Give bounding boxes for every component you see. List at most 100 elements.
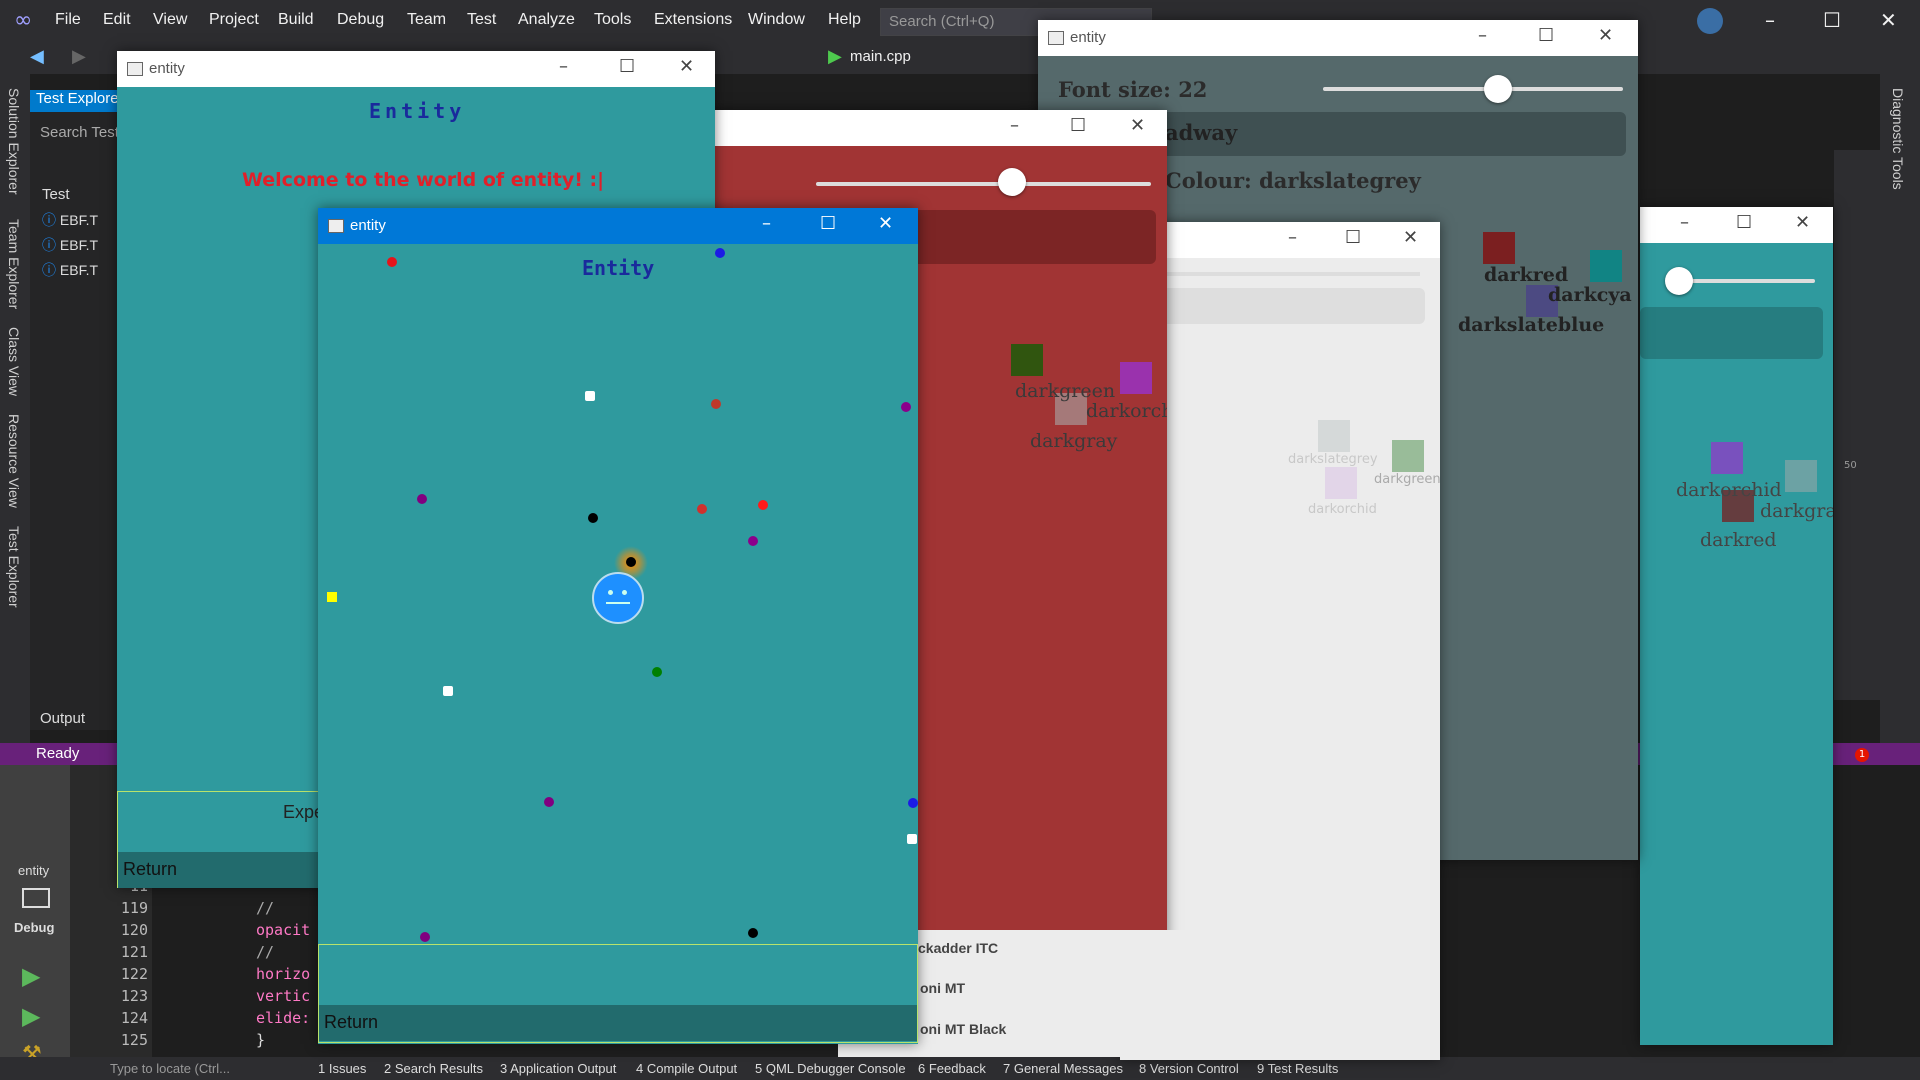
test-row[interactable]: ⓘ EBF.T [42,260,98,280]
entity-dot [420,932,430,942]
menu-extensions[interactable]: Extensions [654,11,732,29]
close-icon[interactable]: ✕ [1130,115,1145,136]
entity-square [443,686,453,696]
return-label: Return [123,859,178,879]
account-icon[interactable] [1697,8,1723,34]
vs-logo-icon: ∞ [14,8,33,33]
notification-badge[interactable]: 1 [1855,748,1869,762]
test-row-label: EBF.T [59,262,99,278]
code-line: opacit [256,921,311,939]
minimize-icon[interactable]: – [1478,25,1487,46]
swatch-label: darkgreen [1374,472,1440,487]
output-tab-issues[interactable]: 1 Issues [318,1061,366,1076]
tab-team-explorer[interactable]: Team Explorer [6,219,22,309]
return-button[interactable]: Return [319,1005,917,1041]
output-tab-version-control[interactable]: 8 Version Control [1139,1061,1239,1076]
font-combo[interactable] [1640,307,1823,359]
tab-class-view[interactable]: Class View [6,327,22,396]
line-number: 125 [120,1031,148,1049]
run-target[interactable]: main.cpp [850,48,911,65]
menu-analyze[interactable]: Analyze [518,11,575,29]
swatch-darkgreen [1392,440,1424,472]
maximize-icon[interactable]: ☐ [1823,8,1841,32]
swatch-darkcyan [1590,250,1622,282]
menu-help[interactable]: Help [828,11,861,29]
line-number: 121 [120,943,148,961]
close-icon[interactable]: ✕ [878,213,893,234]
output-tab-feedback[interactable]: 6 Feedback [918,1061,986,1076]
colour-label: Colour: darkslategrey [1165,168,1421,193]
forward-icon[interactable]: ▶ [72,46,86,67]
minimize-icon[interactable]: – [1010,115,1019,136]
close-icon[interactable]: ✕ [1403,227,1418,248]
locate-input[interactable]: Type to locate (Ctrl... [110,1061,230,1076]
maximize-icon[interactable]: ☐ [1736,212,1752,233]
output-tab-search-results[interactable]: 2 Search Results [384,1061,483,1076]
back-icon[interactable]: ◀ [30,46,44,67]
close-icon[interactable]: ✕ [1598,25,1613,46]
minimize-icon[interactable]: – [1765,8,1775,32]
menu-window[interactable]: Window [748,11,805,29]
vs-search-placeholder: Search (Ctrl+Q) [889,13,995,30]
menu-test[interactable]: Test [467,11,496,29]
output-tab-application-output[interactable]: 3 Application Output [500,1061,616,1076]
kit-label: entity [18,863,50,878]
window-titlebar: entity – ☐ ✕ [117,51,715,87]
font-list-item[interactable]: oni MT [920,980,965,996]
window-titlebar: – ☐ ✕ [700,110,1167,146]
close-icon[interactable]: ✕ [1795,212,1810,233]
run-icon[interactable]: ▶ [828,46,842,67]
menu-file[interactable]: File [55,11,81,29]
menu-view[interactable]: View [153,11,187,29]
maximize-icon[interactable]: ☐ [1070,115,1086,136]
minimize-icon[interactable]: – [762,213,771,234]
test-row-label: EBF.T [59,237,99,253]
test-row[interactable]: ⓘ EBF.T [42,235,98,255]
output-tab-qml-debugger[interactable]: 5 QML Debugger Console [755,1061,906,1076]
output-tab-test-results[interactable]: 9 Test Results [1257,1061,1338,1076]
menu-tools[interactable]: Tools [594,11,631,29]
swatch-label: darkgreen [1015,380,1116,402]
font-list-item[interactable]: oni MT Black [920,1021,1006,1037]
monitor-icon[interactable] [22,888,50,908]
menu-team[interactable]: Team [407,11,446,29]
tab-solution-explorer[interactable]: Solution Explorer [6,88,22,195]
maximize-icon[interactable]: ☐ [619,56,635,77]
menu-edit[interactable]: Edit [103,11,131,29]
font-size-slider-knob[interactable] [1484,75,1512,103]
player-face-icon[interactable] [592,572,644,624]
run-icon[interactable]: ▶ [22,962,40,990]
warning-icon: ⓘ [42,262,56,278]
maximize-icon[interactable]: ☐ [820,213,836,234]
slider-knob[interactable] [998,168,1026,196]
tab-diagnostic-tools[interactable]: Diagnostic Tools [1890,88,1906,190]
test-search[interactable]: Search Test [40,124,119,141]
slider-knob[interactable] [1665,267,1693,295]
close-icon[interactable]: ✕ [679,56,694,77]
menu-debug[interactable]: Debug [337,11,384,29]
menu-build[interactable]: Build [278,11,314,29]
maximize-icon[interactable]: ☐ [1345,227,1361,248]
window-titlebar: – ☐ ✕ [1640,207,1833,243]
entity-window-main[interactable]: entity – ☐ ✕ Entity Return [318,208,918,1044]
font-size-slider-track [1323,87,1623,91]
output-tab-general-messages[interactable]: 7 General Messages [1003,1061,1123,1076]
minimize-icon[interactable]: – [559,56,568,77]
menu-project[interactable]: Project [209,11,259,29]
output-tab[interactable]: Output [40,710,85,727]
debug-run-icon[interactable]: ▶ [22,1002,40,1030]
test-row[interactable]: ⓘ EBF.T [42,210,98,230]
tab-resource-view[interactable]: Resource View [6,414,22,508]
entity-window-right[interactable]: – ☐ ✕ darkorchid darkgra darkred [1640,207,1833,1045]
close-icon[interactable]: ✕ [1880,8,1897,32]
entity-square [907,834,917,844]
maximize-icon[interactable]: ☐ [1538,25,1554,46]
entity-square [585,391,595,401]
font-list-item[interactable]: ckadder ITC [918,940,998,956]
minimize-icon[interactable]: – [1680,212,1689,233]
minimize-icon[interactable]: – [1288,227,1297,248]
tab-test-explorer[interactable]: Test Explorer [6,526,22,608]
output-tab-compile-output[interactable]: 4 Compile Output [636,1061,737,1076]
entity-dot [908,798,918,808]
entity-dot [544,797,554,807]
